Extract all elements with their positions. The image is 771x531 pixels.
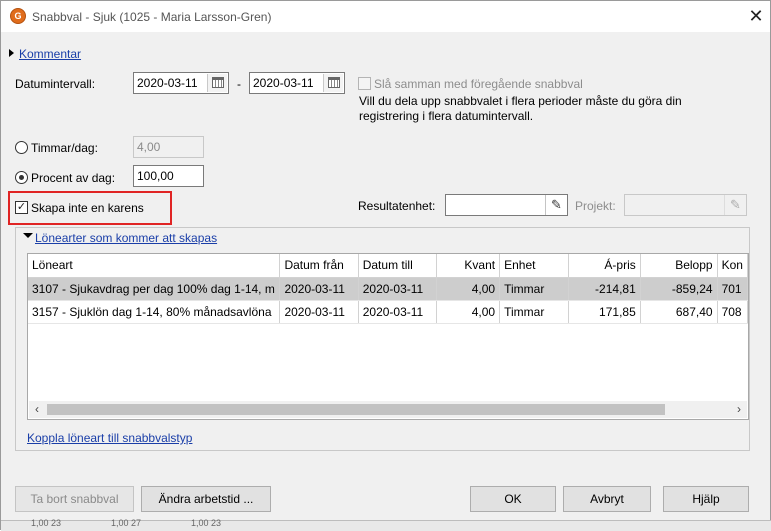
scroll-right-icon[interactable]: ›: [731, 401, 747, 418]
background-window-strip: 1,00 23 1,00 27 1,00 23: [1, 518, 771, 531]
resultatenhet-field[interactable]: ✎: [445, 194, 568, 216]
table-cell: 2020-03-11: [358, 277, 438, 301]
table-row[interactable]: 3157 - Sjuklön dag 1-14, 80% månadsavlön…: [28, 300, 748, 324]
merge-label: Slå samman med föregående snabbval: [374, 77, 583, 91]
ok-button[interactable]: OK: [470, 486, 556, 512]
lonearter-table: Löneart Datum från Datum till Kvant Enhe…: [28, 254, 748, 324]
background-fragment: 1,00 27: [111, 518, 142, 528]
calendar-icon: [212, 77, 224, 88]
procent-label: Procent av dag:: [31, 171, 116, 185]
calendar-icon: [328, 77, 340, 88]
timmar-radio[interactable]: [15, 141, 28, 154]
resultatenhet-label: Resultatenhet:: [358, 199, 436, 213]
table-cell: Timmar: [499, 300, 570, 324]
column-header[interactable]: Datum till: [358, 254, 438, 278]
column-header[interactable]: Belopp: [640, 254, 718, 278]
merge-info-line1: Vill du dela upp snabbvalet i flera peri…: [359, 94, 682, 108]
procent-input[interactable]: 100,00: [133, 165, 204, 187]
cancel-button[interactable]: Avbryt: [563, 486, 651, 512]
help-button[interactable]: Hjälp: [663, 486, 749, 512]
table-cell: 171,85: [568, 300, 641, 324]
scrollbar-thumb[interactable]: [47, 404, 665, 415]
table-cell: 701: [717, 277, 748, 301]
merge-info-line2: registrering i flera datumintervall.: [359, 109, 534, 123]
title-bar: G Snabbval - Sjuk (1025 - Maria Larsson-…: [1, 1, 770, 32]
column-header[interactable]: Kvant: [436, 254, 501, 278]
table-cell: -859,24: [640, 277, 718, 301]
merge-checkbox[interactable]: [358, 77, 371, 90]
column-header[interactable]: Datum från: [279, 254, 359, 278]
projekt-label: Projekt:: [575, 199, 616, 213]
table-cell: 708: [717, 300, 748, 324]
background-fragment: 1,00 23: [191, 518, 222, 528]
collapse-lonearter-icon[interactable]: [23, 233, 33, 238]
change-worktime-button[interactable]: Ändra arbetstid ...: [141, 486, 271, 512]
calendar-to-button[interactable]: [323, 74, 343, 92]
table-header-row: Löneart Datum från Datum till Kvant Enhe…: [28, 254, 748, 278]
koppla-loneart-link[interactable]: Koppla löneart till snabbvalstyp: [27, 431, 192, 445]
datumintervall-label: Datumintervall:: [15, 77, 96, 91]
window-title: Snabbval - Sjuk (1025 - Maria Larsson-Gr…: [32, 10, 272, 24]
scroll-left-icon[interactable]: ‹: [29, 401, 45, 418]
date-from-value: 2020-03-11: [137, 76, 198, 90]
table-cell: 3157 - Sjuklön dag 1-14, 80% månadsavlön…: [28, 300, 281, 324]
table-cell: 4,00: [436, 300, 501, 324]
snabbval-dialog: G Snabbval - Sjuk (1025 - Maria Larsson-…: [0, 0, 771, 531]
expand-kommentar-icon[interactable]: [9, 49, 14, 57]
lonearter-grid: Löneart Datum från Datum till Kvant Enhe…: [27, 253, 749, 420]
background-fragment: 1,00 23: [31, 518, 62, 528]
table-cell: 2020-03-11: [279, 300, 359, 324]
table-row[interactable]: 3107 - Sjukavdrag per dag 100% dag 1-14,…: [28, 277, 748, 301]
timmar-input[interactable]: 4,00: [133, 136, 204, 158]
column-header[interactable]: Enhet: [499, 254, 570, 278]
lonearter-header-link[interactable]: Lönearter som kommer att skapas: [35, 231, 217, 245]
kommentar-link[interactable]: Kommentar: [19, 47, 81, 61]
horizontal-scrollbar[interactable]: ‹ ›: [29, 401, 747, 418]
date-to-value: 2020-03-11: [253, 76, 314, 90]
projekt-field[interactable]: ✎: [624, 194, 747, 216]
date-to-input[interactable]: 2020-03-11: [249, 72, 345, 94]
table-cell: 4,00: [436, 277, 501, 301]
column-header[interactable]: Löneart: [28, 254, 281, 278]
app-logo-icon: G: [10, 8, 26, 24]
table-cell: 2020-03-11: [358, 300, 438, 324]
table-cell: 2020-03-11: [279, 277, 359, 301]
table-cell: Timmar: [499, 277, 570, 301]
timmar-label: Timmar/dag:: [31, 141, 98, 155]
calendar-from-button[interactable]: [207, 74, 227, 92]
edit-pencil-icon[interactable]: ✎: [724, 195, 746, 215]
karens-label: Skapa inte en karens: [31, 201, 144, 215]
edit-pencil-icon[interactable]: ✎: [545, 195, 567, 215]
delete-snabbval-button[interactable]: Ta bort snabbval: [15, 486, 134, 512]
date-from-input[interactable]: 2020-03-11: [133, 72, 229, 94]
karens-checkbox[interactable]: ✓: [15, 201, 28, 214]
table-cell: 687,40: [640, 300, 718, 324]
column-header[interactable]: Á-pris: [568, 254, 641, 278]
date-separator: -: [237, 77, 241, 91]
table-cell: 3107 - Sjukavdrag per dag 100% dag 1-14,…: [28, 277, 281, 301]
close-icon[interactable]: ✕: [745, 5, 767, 27]
column-header[interactable]: Kon: [717, 254, 748, 278]
procent-radio[interactable]: [15, 171, 28, 184]
table-cell: -214,81: [568, 277, 641, 301]
